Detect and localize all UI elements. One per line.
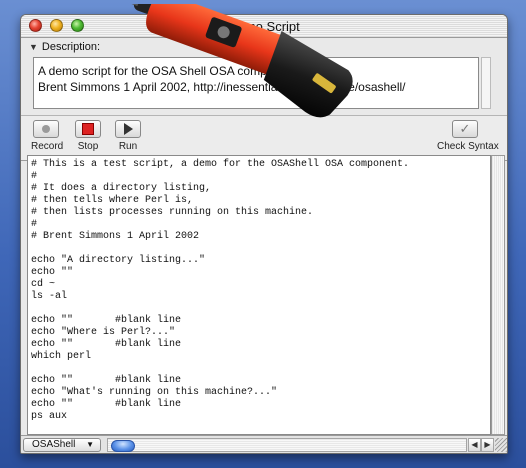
script-line: ps aux (31, 411, 68, 422)
description-header[interactable]: ▼ Description: (29, 41, 100, 53)
script-line: which perl (31, 351, 92, 362)
check-syntax-button[interactable]: ✓ Check Syntax (437, 120, 499, 152)
script-editor[interactable]: # This is a test script, a demo for the … (27, 155, 491, 435)
stop-button[interactable]: Stop (73, 120, 103, 152)
triangle-down-icon[interactable]: ▼ (29, 42, 38, 52)
script-line: ls -al (31, 291, 68, 302)
script-line (31, 243, 490, 255)
vertical-scrollbar[interactable] (491, 155, 505, 435)
script-line: echo "" #blank line (31, 315, 182, 326)
horizontal-scrollbar[interactable] (107, 438, 467, 452)
language-popup-label: OSAShell (32, 439, 76, 450)
checkmark-icon: ✓ (459, 121, 471, 136)
script-line: cd ~ (31, 279, 56, 290)
scroll-right-arrow-icon[interactable]: ▶ (481, 438, 494, 452)
stop-label: Stop (77, 141, 99, 152)
record-icon (42, 125, 50, 133)
script-line: echo "" #blank line (31, 339, 182, 350)
run-button[interactable]: Run (113, 120, 143, 152)
script-line: # This is a test script, a demo for the … (31, 159, 410, 170)
run-label: Run (118, 141, 138, 152)
chevron-down-icon: ▼ (86, 440, 94, 449)
language-popup[interactable]: OSAShell ▼ (23, 438, 101, 452)
script-line (31, 303, 490, 315)
script-line: # (31, 171, 38, 182)
record-label: Record (31, 141, 64, 152)
script-text[interactable]: # This is a test script, a demo for the … (28, 156, 490, 423)
script-line: # then lists processes running on this m… (31, 207, 314, 218)
bottom-bar: OSAShell ▼ ◀ ▶ (21, 435, 507, 453)
script-line: echo "" #blank line (31, 399, 182, 410)
description-scrollbar[interactable] (481, 57, 491, 109)
script-line: # Brent Simmons 1 April 2002 (31, 231, 200, 242)
scroll-thumb[interactable] (111, 440, 135, 452)
script-line: echo "What's running on this machine?...… (31, 387, 278, 398)
script-line: # then tells where Perl is, (31, 195, 194, 206)
script-line: echo "" (31, 267, 74, 278)
check-syntax-label: Check Syntax (437, 141, 499, 152)
stop-icon (82, 123, 94, 135)
description-label: Description: (41, 41, 100, 53)
script-line: echo "A directory listing..." (31, 255, 206, 266)
screwdriver-image (122, 4, 353, 118)
resize-grip-icon[interactable] (495, 438, 507, 452)
play-icon (123, 123, 133, 135)
record-button[interactable]: Record (31, 120, 64, 152)
scroll-left-arrow-icon[interactable]: ◀ (468, 438, 481, 452)
script-line: echo "" #blank line (31, 375, 182, 386)
script-line: echo "Where is Perl?..." (31, 327, 176, 338)
script-line: # (31, 219, 38, 230)
script-line: # It does a directory listing, (31, 183, 212, 194)
script-line (31, 363, 490, 375)
